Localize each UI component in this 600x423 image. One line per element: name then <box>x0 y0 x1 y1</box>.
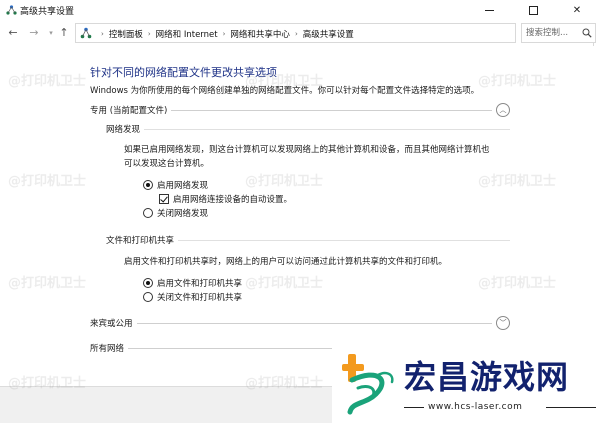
maximize-button[interactable] <box>511 0 555 20</box>
expand-chevron-down-icon[interactable]: ﹀ <box>496 316 510 330</box>
network-discovery-description: 如果已启用网络发现，则这台计算机可以发现网络上的其他计算机和设备，而且其他网络计… <box>124 145 490 169</box>
divider <box>90 323 492 324</box>
file-printer-sharing-on-radio[interactable]: 启用文件和打印机共享 <box>143 277 242 289</box>
breadcrumb-chevron-icon[interactable]: › <box>223 30 226 38</box>
close-icon: ✕ <box>572 4 582 16</box>
window-title: 高级共享设置 <box>20 7 75 17</box>
radio-unselected[interactable] <box>143 208 153 218</box>
control-panel-icon <box>80 27 92 39</box>
file-printer-sharing-off-radio[interactable]: 关闭文件和打印机共享 <box>143 291 242 303</box>
network-discovery-heading: 网络发现 <box>106 123 510 135</box>
radio-selected[interactable] <box>143 278 153 288</box>
breadcrumb: › 控制面板 › 网络和 Internet › 网络和共享中心 › 高级共享设置 <box>96 28 354 40</box>
radio-unselected[interactable] <box>143 292 153 302</box>
breadcrumb-chevron-icon[interactable]: › <box>148 30 151 38</box>
recent-locations-chevron-icon[interactable]: ▾ <box>44 29 58 37</box>
title-bar: 高级共享设置 ✕ <box>0 0 600 20</box>
breadcrumb-control-panel[interactable]: 控制面板 <box>109 28 143 40</box>
all-networks-label[interactable]: 所有网络 <box>90 342 129 354</box>
site-logo: 宏昌游戏网 www.hcs-laser.com <box>332 346 600 423</box>
search-input[interactable] <box>526 25 584 41</box>
logo-name: 宏昌游戏网 <box>404 358 570 396</box>
auto-setup-checkbox[interactable]: 启用网络连接设备的自动设置。 <box>159 193 292 205</box>
radio-selected[interactable] <box>143 180 153 190</box>
main-content: 针对不同的网络配置文件更改共享选项 Windows 为你所使用的每个网络创建单独… <box>0 46 600 386</box>
breadcrumb-network-internet[interactable]: 网络和 Internet <box>156 28 218 40</box>
private-profile-header[interactable]: 专用 (当前配置文件) ︿ <box>90 103 510 117</box>
minimize-button[interactable] <box>467 0 511 20</box>
divider <box>546 407 596 408</box>
page-description: Windows 为你所使用的每个网络创建单独的网络配置文件。你可以针对每个配置文… <box>90 86 480 96</box>
network-sharing-icon <box>6 5 17 15</box>
logo-url: www.hcs-laser.com <box>428 402 523 412</box>
private-profile-label[interactable]: 专用 (当前配置文件) <box>90 104 172 116</box>
address-bar[interactable]: › 控制面板 › 网络和 Internet › 网络和共享中心 › 高级共享设置… <box>75 23 594 47</box>
network-discovery-on-radio[interactable]: 启用网络发现 <box>143 179 208 191</box>
breadcrumb-chevron-icon[interactable]: › <box>295 30 298 38</box>
guest-public-label[interactable]: 来宾或公用 <box>90 317 137 329</box>
forward-arrow-icon[interactable]: → <box>27 26 41 39</box>
checkbox-checked[interactable] <box>159 194 169 204</box>
page-title: 针对不同的网络配置文件更改共享选项 <box>90 66 277 79</box>
breadcrumb-network-sharing-center[interactable]: 网络和共享中心 <box>230 28 290 40</box>
breadcrumb-advanced-sharing[interactable]: 高级共享设置 <box>303 28 354 40</box>
file-printer-sharing-heading: 文件和打印机共享 <box>106 234 510 246</box>
dragon-logo-icon <box>342 354 394 415</box>
navigation-bar: ← → ▾ ↑ › 控制面板 › 网络和 Internet › 网络和共享中心 … <box>0 20 600 47</box>
collapse-chevron-up-icon[interactable]: ︿ <box>496 103 510 117</box>
close-button[interactable]: ✕ <box>555 0 599 20</box>
search-box[interactable] <box>521 23 596 43</box>
up-arrow-icon[interactable]: ↑ <box>57 26 71 39</box>
breadcrumb-chevron-icon: › <box>101 30 104 38</box>
divider <box>106 129 510 130</box>
maximize-icon <box>528 5 538 15</box>
back-arrow-icon[interactable]: ← <box>6 26 20 39</box>
guest-public-profile-header[interactable]: 来宾或公用 ﹀ <box>90 316 510 330</box>
network-discovery-off-radio[interactable]: 关闭网络发现 <box>143 207 208 219</box>
minimize-icon <box>484 9 494 11</box>
divider <box>404 407 424 408</box>
search-icon[interactable] <box>582 28 592 38</box>
file-printer-sharing-description: 启用文件和打印机共享时，网络上的用户可以访问通过此计算机共享的文件和打印机。 <box>124 257 448 267</box>
